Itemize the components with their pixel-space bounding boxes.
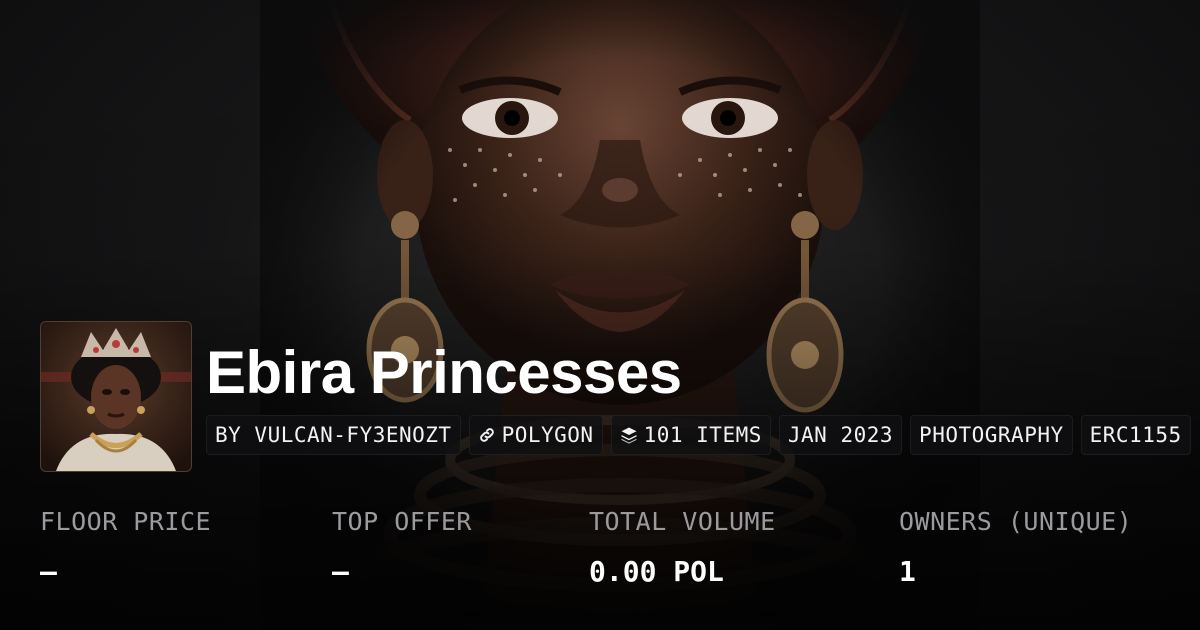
total-volume-label: TOTAL VOLUME — [589, 507, 776, 536]
items-count-label: 101 ITEMS — [643, 423, 762, 447]
top-offer-label: TOP OFFER — [332, 507, 472, 536]
owners-stat: OWNERS (UNIQUE) 1 — [899, 505, 1132, 589]
owners-value: 1 — [899, 555, 916, 588]
token-standard-label: ERC1155 — [1089, 423, 1182, 447]
collection-title: Ebira Princesses — [206, 339, 682, 406]
created-date-label: JAN 2023 — [787, 423, 894, 447]
collection-banner: Ebira Princesses BY VULCAN-FY3ENOZT POLY… — [0, 0, 1200, 630]
total-volume-value: 0.00 POL — [589, 555, 724, 588]
items-count-chip[interactable]: 101 ITEMS — [610, 415, 771, 455]
floor-price-stat: FLOOR PRICE – — [40, 505, 211, 589]
top-offer-stat: TOP OFFER – — [332, 505, 472, 589]
category-label: PHOTOGRAPHY — [919, 423, 1064, 447]
top-offer-value: – — [332, 555, 349, 588]
collection-meta-chips: BY VULCAN-FY3ENOZT POLYGON 101 ITEMS JAN… — [206, 415, 1191, 455]
token-standard-chip: ERC1155 — [1080, 415, 1191, 455]
creator-chip[interactable]: BY VULCAN-FY3ENOZT — [206, 415, 461, 455]
created-date-chip: JAN 2023 — [778, 415, 903, 455]
category-chip[interactable]: PHOTOGRAPHY — [910, 415, 1073, 455]
floor-price-label: FLOOR PRICE — [40, 507, 212, 536]
link-icon — [478, 426, 496, 444]
chain-label: POLYGON — [501, 423, 594, 447]
owners-label: OWNERS (UNIQUE) — [899, 507, 1133, 536]
creator-label: BY VULCAN-FY3ENOZT — [215, 423, 452, 447]
chain-chip[interactable]: POLYGON — [468, 415, 603, 455]
total-volume-stat: TOTAL VOLUME 0.00 POL — [589, 505, 776, 589]
collection-avatar — [40, 321, 192, 472]
layers-icon — [620, 426, 638, 444]
floor-price-value: – — [40, 555, 57, 588]
